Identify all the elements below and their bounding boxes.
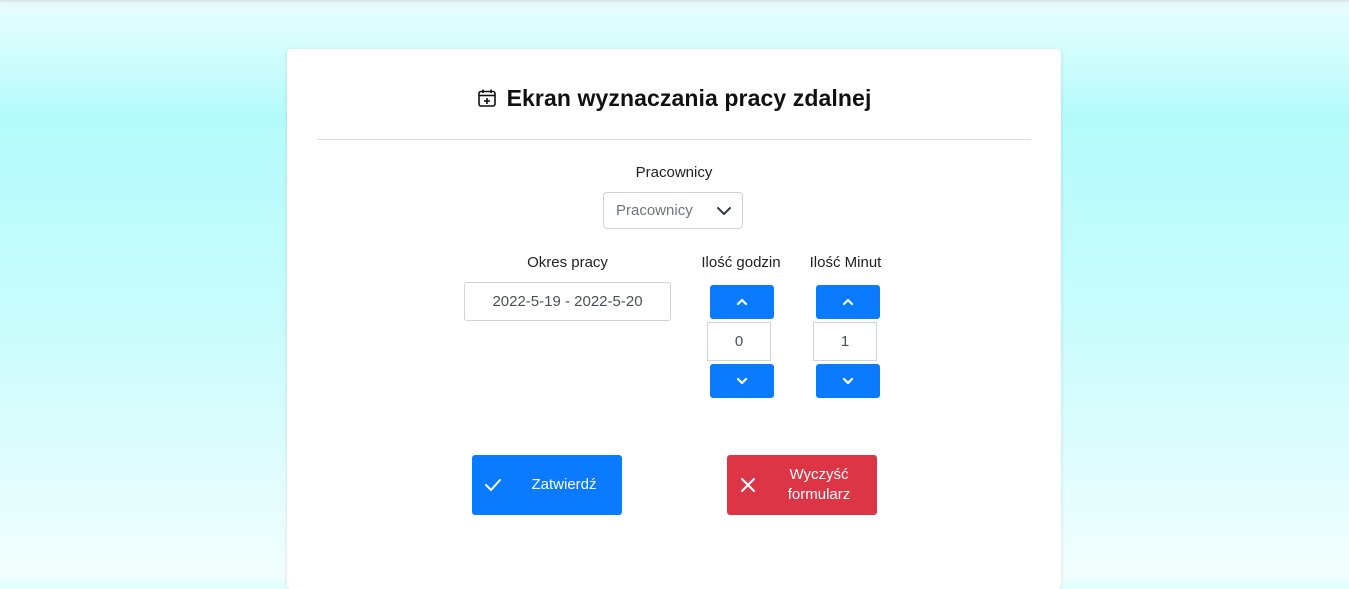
chevron-down-icon [842,377,854,385]
chevron-down-icon [716,203,732,219]
date-range-value: 2022-5-19 - 2022-5-20 [492,293,643,310]
clear-label-line1: Wyczyść [789,466,849,483]
employees-select-value: Pracownicy [616,202,693,219]
hours-input[interactable]: 0 [707,322,771,361]
minutes-label: Ilość Minut [809,254,882,271]
minutes-value: 1 [840,333,850,350]
minutes-increment-button[interactable] [816,285,880,319]
remote-work-form-card: Ekran wyznaczania pracy zdalnej Pracowni… [287,49,1061,589]
page-title: Ekran wyznaczania pracy zdalnej [506,84,872,111]
employees-select[interactable]: Pracownicy [603,192,743,229]
check-icon [484,477,502,493]
page-header: Ekran wyznaczania pracy zdalnej [287,80,1061,116]
hours-value: 0 [734,333,744,350]
employees-label: Pracownicy [635,164,713,181]
chevron-up-icon [842,298,854,306]
date-range-input[interactable]: 2022-5-19 - 2022-5-20 [464,282,671,321]
clear-label-line2: formularz [787,486,851,503]
submit-button-label: Zatwierdź [531,476,597,493]
minutes-input[interactable]: 1 [813,322,877,361]
divider [317,139,1031,140]
work-period-label: Okres pracy [527,254,608,271]
calendar-plus-icon [477,88,497,108]
clear-form-button-label: Wyczyść formularz [767,465,871,505]
hours-label: Ilość godzin [701,254,781,271]
clear-form-button[interactable]: Wyczyść formularz [727,455,877,515]
top-bar [0,0,1349,2]
chevron-up-icon [736,298,748,306]
close-icon [739,477,757,493]
chevron-down-icon [736,377,748,385]
minutes-decrement-button[interactable] [816,364,880,398]
hours-decrement-button[interactable] [710,364,774,398]
submit-button[interactable]: Zatwierdź [472,455,622,515]
hours-increment-button[interactable] [710,285,774,319]
